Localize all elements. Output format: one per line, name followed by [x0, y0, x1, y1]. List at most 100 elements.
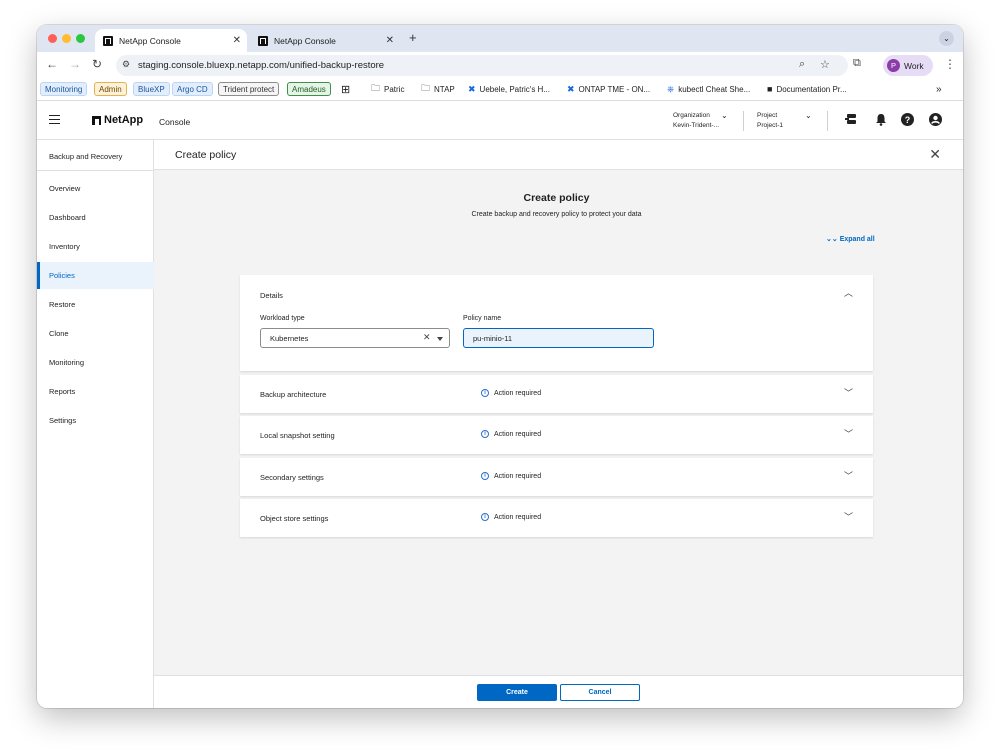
- bookmark-argo-cd[interactable]: Argo CD: [172, 82, 213, 96]
- tab-search-chevron-icon[interactable]: ⌄: [939, 31, 954, 46]
- bookmark-documentation[interactable]: ■ Documentation Pr...: [764, 82, 850, 96]
- forward-arrow-icon[interactable]: →: [69, 57, 81, 71]
- close-tab-icon[interactable]: ✕: [233, 35, 241, 46]
- details-card: Details ︿ Workload type Kubernetes ✕ Pol…: [240, 275, 873, 371]
- netapp-icon: ■: [767, 84, 773, 94]
- sidebar-item-inventory[interactable]: Inventory: [37, 233, 154, 260]
- section-label: Local snapshot setting: [260, 431, 335, 440]
- bookmarks-bar: Monitoring Admin BlueXP Argo CD Trident …: [37, 78, 963, 101]
- section-label: Backup architecture: [260, 390, 327, 399]
- form-title: Create policy: [523, 192, 590, 204]
- sidebar-item-policies[interactable]: Policies: [37, 262, 154, 289]
- policy-name-label: Policy name: [463, 315, 502, 322]
- status-badge: i Action required: [481, 513, 541, 521]
- local-snapshot-section[interactable]: Local snapshot setting i Action required …: [240, 416, 873, 454]
- chevron-down-icon[interactable]: ﹀: [844, 469, 853, 482]
- status-badge: i Action required: [481, 430, 541, 438]
- bookmark-ntap[interactable]: 🗀 NTAP: [418, 82, 458, 96]
- sidebar-item-settings[interactable]: Settings: [37, 407, 154, 434]
- product-name: Console: [159, 117, 191, 127]
- main-content: Create policy ✕ Create policy Create bac…: [154, 140, 963, 708]
- sidebar-title: Backup and Recovery: [49, 152, 123, 161]
- close-window-button[interactable]: [48, 34, 57, 43]
- sidebar-item-overview[interactable]: Overview: [37, 175, 154, 202]
- browser-tab[interactable]: NetApp Console ✕: [250, 29, 400, 52]
- browser-tab-active[interactable]: NetApp Console ✕: [95, 29, 247, 52]
- brand-name: NetApp: [104, 114, 144, 126]
- maximize-window-button[interactable]: [76, 34, 85, 43]
- more-bookmarks-icon[interactable]: »: [933, 82, 945, 96]
- folder-icon: 🗀: [421, 83, 431, 93]
- info-icon: i: [481, 513, 489, 521]
- create-button[interactable]: Create: [477, 684, 557, 701]
- apps-grid-icon[interactable]: ⊞: [338, 82, 353, 96]
- sidebar-item-restore[interactable]: Restore: [37, 291, 154, 318]
- tab-title: NetApp Console: [119, 35, 181, 46]
- zoom-search-icon[interactable]: ⌕: [799, 58, 805, 71]
- chevron-up-icon[interactable]: ︿: [844, 286, 853, 299]
- chevron-down-icon: ⌄: [721, 111, 728, 120]
- browser-toolbar: ← → ↻ ⚙ staging.console.bluexp.netapp.co…: [37, 52, 963, 78]
- double-chevron-down-icon: ⌄⌄: [826, 236, 838, 243]
- confluence-icon: ✖: [567, 83, 575, 94]
- sidebar-item-dashboard[interactable]: Dashboard: [37, 204, 154, 231]
- close-icon[interactable]: ✕: [929, 146, 941, 163]
- chevron-down-icon[interactable]: ﹀: [844, 427, 853, 440]
- object-store-section[interactable]: Object store settings i Action required ﹀: [240, 499, 873, 537]
- bookmark-star-icon[interactable]: ☆: [820, 58, 830, 71]
- notifications-bell-icon[interactable]: [874, 113, 887, 126]
- policy-name-input[interactable]: pu-minio-11: [463, 328, 654, 348]
- workload-type-select[interactable]: Kubernetes ✕: [260, 328, 450, 348]
- bookmark-uebele[interactable]: ✖ Uebele, Patric's H...: [465, 82, 553, 96]
- new-tab-button[interactable]: +: [409, 30, 417, 45]
- workload-type-value: Kubernetes: [270, 334, 309, 343]
- form-footer: Create Cancel: [154, 675, 963, 708]
- help-icon[interactable]: ?: [901, 113, 914, 126]
- netapp-logo: NetApp: [92, 114, 143, 126]
- chevron-down-icon[interactable]: ﹀: [844, 510, 853, 523]
- status-badge: i Action required: [481, 472, 541, 480]
- sidebar-item-monitoring[interactable]: Monitoring: [37, 349, 154, 376]
- site-settings-icon[interactable]: ⚙: [122, 59, 130, 70]
- profile-avatar: P: [887, 59, 900, 72]
- dropdown-caret-icon[interactable]: [437, 337, 443, 341]
- secondary-settings-section[interactable]: Secondary settings i Action required ﹀: [240, 458, 873, 496]
- url-text[interactable]: staging.console.bluexp.netapp.com/unifie…: [138, 60, 384, 71]
- cancel-button[interactable]: Cancel: [560, 684, 640, 701]
- sidebar-item-reports[interactable]: Reports: [37, 378, 154, 405]
- chevron-down-icon[interactable]: ﹀: [844, 386, 853, 399]
- hamburger-menu-icon[interactable]: [49, 115, 60, 124]
- workload-type-label: Workload type: [260, 315, 305, 322]
- bookmark-bluexp[interactable]: BlueXP: [133, 82, 170, 96]
- bookmark-ontap-tme[interactable]: ✖ ONTAP TME - ON...: [564, 82, 653, 96]
- project-selector[interactable]: Project Project-1 ⌄: [757, 111, 817, 131]
- clear-selection-icon[interactable]: ✕: [423, 332, 431, 343]
- extensions-puzzle-icon[interactable]: ⧉: [853, 57, 861, 70]
- expand-all-link[interactable]: ⌄⌄ Expand all: [826, 235, 875, 243]
- backup-architecture-section[interactable]: Backup architecture i Action required ﹀: [240, 375, 873, 413]
- organization-value: Kevin-Trident-...: [673, 122, 719, 129]
- reload-icon[interactable]: ↻: [92, 57, 102, 71]
- bookmark-kubectl[interactable]: ⎈ kubectl Cheat She...: [664, 82, 753, 96]
- address-bar[interactable]: ⚙ staging.console.bluexp.netapp.com/unif…: [116, 55, 848, 76]
- project-value: Project-1: [757, 122, 784, 129]
- sidebar-item-clone[interactable]: Clone: [37, 320, 154, 347]
- minimize-window-button[interactable]: [62, 34, 71, 43]
- browser-menu-icon[interactable]: ⋮: [944, 57, 956, 71]
- bookmark-monitoring[interactable]: Monitoring: [40, 82, 88, 96]
- profile-button[interactable]: P Work: [883, 55, 933, 76]
- bookmark-trident-protect[interactable]: Trident protect: [218, 82, 280, 96]
- user-account-icon[interactable]: [929, 113, 942, 126]
- bookmark-patric[interactable]: 🗀 Patric: [368, 82, 407, 96]
- organization-selector[interactable]: Organization Kevin-Trident-... ⌄: [673, 111, 735, 131]
- details-label: Details: [260, 291, 283, 300]
- bookmark-admin[interactable]: Admin: [94, 82, 127, 96]
- header-divider: [827, 111, 828, 131]
- sidebar: Backup and Recovery Overview Dashboard I…: [37, 140, 154, 708]
- bookmark-amadeus[interactable]: Amadeus: [287, 82, 331, 96]
- connector-icon[interactable]: [845, 113, 858, 126]
- back-arrow-icon[interactable]: ←: [46, 57, 58, 71]
- close-tab-icon[interactable]: ✕: [386, 35, 394, 46]
- app-header: NetApp Console Organization Kevin-Triden…: [37, 102, 963, 140]
- header-divider: [743, 111, 744, 131]
